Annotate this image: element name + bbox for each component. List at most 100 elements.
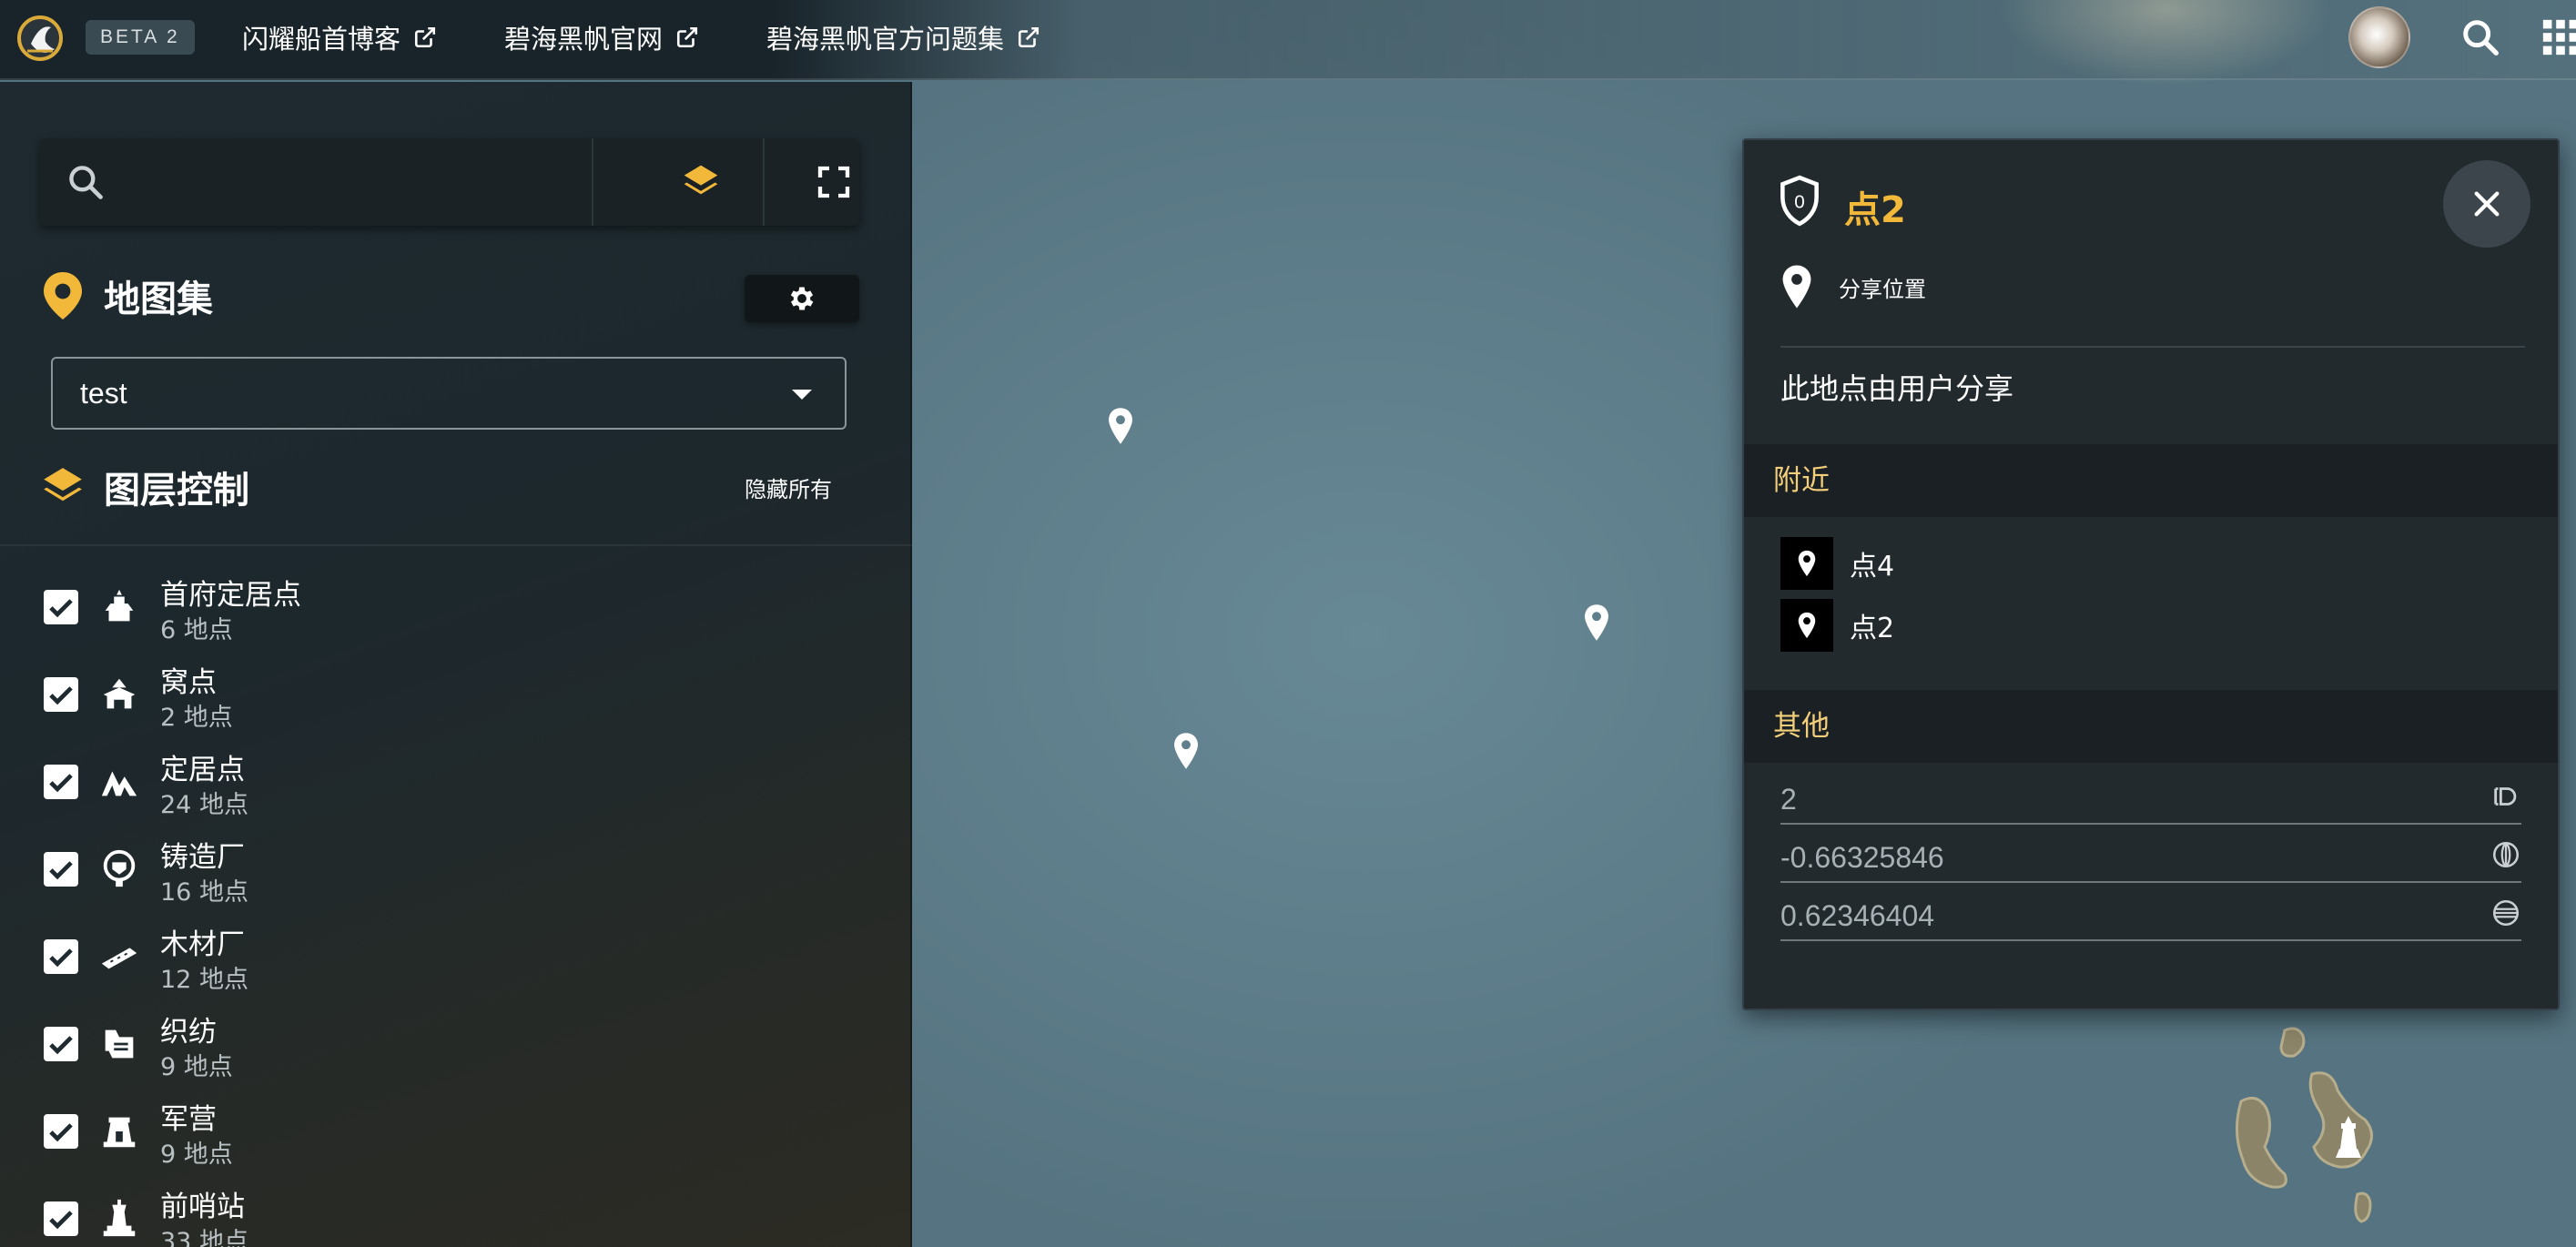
checkmark-icon (49, 599, 73, 618)
share-location-label: 分享位置 (1839, 276, 1926, 302)
checkmark-icon (49, 686, 73, 705)
layers-section-header: 图层控制 (40, 461, 249, 513)
layer-checkbox[interactable] (44, 590, 78, 624)
left-sidebar: 地图集 test 图层控制 隐藏所有 首府定居点 6 地点 窝点 2 地点 定居… (0, 82, 912, 1247)
layer-checkbox[interactable] (44, 1201, 78, 1236)
nearby-item[interactable]: 点2 (1780, 599, 1894, 652)
layer-item-capital-settlement[interactable]: 首府定居点 6 地点 (0, 564, 912, 652)
layer-count: 24 地点 (160, 791, 248, 819)
longitude-icon (2492, 841, 2520, 868)
layers-icon (684, 165, 718, 195)
checkmark-icon (49, 1036, 73, 1055)
top-navigation-bar: BETA 2 闪耀船首博客 碧海黑帆官网 碧海黑帆官方问题集 (0, 0, 2576, 80)
nearby-item-label: 点2 (1850, 613, 1895, 644)
atlas-settings-button[interactable] (745, 275, 859, 322)
close-icon (2474, 191, 2500, 217)
barracks-icon (103, 1117, 136, 1148)
map-marker-pin-icon[interactable] (1107, 407, 1134, 445)
map-marker-pin-icon[interactable] (1583, 603, 1610, 642)
capital-settlement-icon (105, 589, 134, 622)
longitude-field[interactable]: -0.66325846 (1780, 832, 2521, 883)
fullscreen-button[interactable] (770, 138, 898, 226)
layer-item-barracks[interactable]: 军营 9 地点 (0, 1089, 912, 1176)
foundry-icon (103, 849, 136, 887)
island-terrain (2235, 1027, 2373, 1223)
layer-item-settlement[interactable]: 定居点 24 地点 (0, 739, 912, 826)
nearby-item-label: 点4 (1850, 551, 1895, 583)
latitude-icon (2492, 899, 2520, 927)
layer-checkbox[interactable] (44, 765, 78, 799)
location-title: 点2 (1844, 189, 1906, 231)
hide-all-button[interactable]: 隐藏所有 (745, 471, 832, 503)
layer-count: 9 地点 (160, 1053, 233, 1081)
layer-name: 军营 (160, 1103, 217, 1136)
layer-count: 2 地点 (160, 704, 233, 732)
latitude-value: 0.62346404 (1780, 899, 1935, 932)
section-divider (0, 544, 912, 546)
user-avatar[interactable] (2348, 6, 2410, 68)
divider (763, 138, 765, 226)
other-section-header: 其他 (1744, 690, 2558, 763)
id-icon (2494, 787, 2517, 806)
search-icon (69, 166, 103, 199)
location-detail-panel: 0 点2 分享位置 此地点由用户分享 附近 点4 点2 其他 2 -0.6632… (1742, 138, 2560, 1010)
nav-link-label: 碧海黑帆官网 (504, 24, 664, 55)
nearby-pin-badge (1780, 537, 1833, 590)
id-field[interactable]: 2 (1780, 774, 2521, 825)
nav-link-faq[interactable]: 碧海黑帆官方问题集 (766, 16, 1040, 58)
checkmark-icon (49, 1211, 73, 1230)
den-icon (103, 678, 136, 709)
fullscreen-icon (817, 166, 850, 198)
nav-link-label: 碧海黑帆官方问题集 (766, 24, 1005, 55)
layer-name: 定居点 (160, 754, 245, 786)
layer-checkbox[interactable] (44, 939, 78, 974)
checkmark-icon (49, 861, 73, 880)
shield-level-icon: 0 (1780, 175, 1819, 227)
layer-item-foundry[interactable]: 铸造厂 16 地点 (0, 826, 912, 914)
atlas-title: 地图集 (104, 279, 213, 320)
gear-icon (790, 287, 814, 310)
divider (592, 138, 593, 226)
layer-name: 窝点 (160, 666, 217, 699)
layers-toggle-button[interactable] (637, 138, 765, 226)
search-icon[interactable] (2459, 16, 2501, 58)
layer-checkbox[interactable] (44, 852, 78, 887)
latitude-field[interactable]: 0.62346404 (1780, 890, 2521, 941)
id-value: 2 (1780, 783, 1797, 816)
layer-checkbox[interactable] (44, 1114, 78, 1149)
map-pin-icon (44, 272, 82, 319)
search-bar (40, 138, 859, 226)
share-location-button[interactable]: 分享位置 (1780, 264, 1926, 309)
beta-badge: BETA 2 (86, 20, 195, 55)
layer-count: 9 地点 (160, 1141, 233, 1169)
close-button[interactable] (2443, 160, 2530, 248)
apps-grid-icon[interactable] (2540, 16, 2576, 58)
atlas-section-header: 地图集 (40, 269, 213, 322)
map-pin-icon (1798, 550, 1816, 577)
external-link-icon (676, 26, 698, 48)
nearby-item[interactable]: 点4 (1780, 537, 1894, 590)
lumber-mill-icon (101, 948, 137, 969)
layer-item-den[interactable]: 窝点 2 地点 (0, 652, 912, 739)
layer-item-outpost[interactable]: 前哨站 33 地点 (0, 1176, 912, 1247)
external-link-icon (1018, 26, 1040, 48)
settlement-icon (101, 771, 137, 796)
layer-checkbox[interactable] (44, 677, 78, 712)
dropdown-caret-icon (792, 390, 812, 400)
weaving-icon (105, 1029, 134, 1059)
skull-and-bones-logo-icon[interactable] (16, 13, 64, 64)
layer-item-lumber-mill[interactable]: 木材厂 12 地点 (0, 914, 912, 1001)
map-marker-pin-icon[interactable] (1172, 732, 1200, 770)
location-description: 此地点由用户分享 (1780, 371, 2014, 406)
layers-title: 图层控制 (104, 470, 249, 512)
checkmark-icon (49, 948, 73, 968)
layer-checkbox[interactable] (44, 1027, 78, 1061)
layer-item-weaving[interactable]: 织纺 9 地点 (0, 1001, 912, 1089)
layer-name: 木材厂 (160, 928, 245, 961)
atlas-select[interactable]: test (51, 357, 847, 430)
divider (1780, 346, 2525, 348)
nearby-section-header: 附近 (1744, 444, 2558, 517)
map-pin-icon (1798, 612, 1816, 639)
nav-link-blog[interactable]: 闪耀船首博客 (242, 16, 437, 58)
nav-link-official-site[interactable]: 碧海黑帆官网 (504, 16, 699, 58)
